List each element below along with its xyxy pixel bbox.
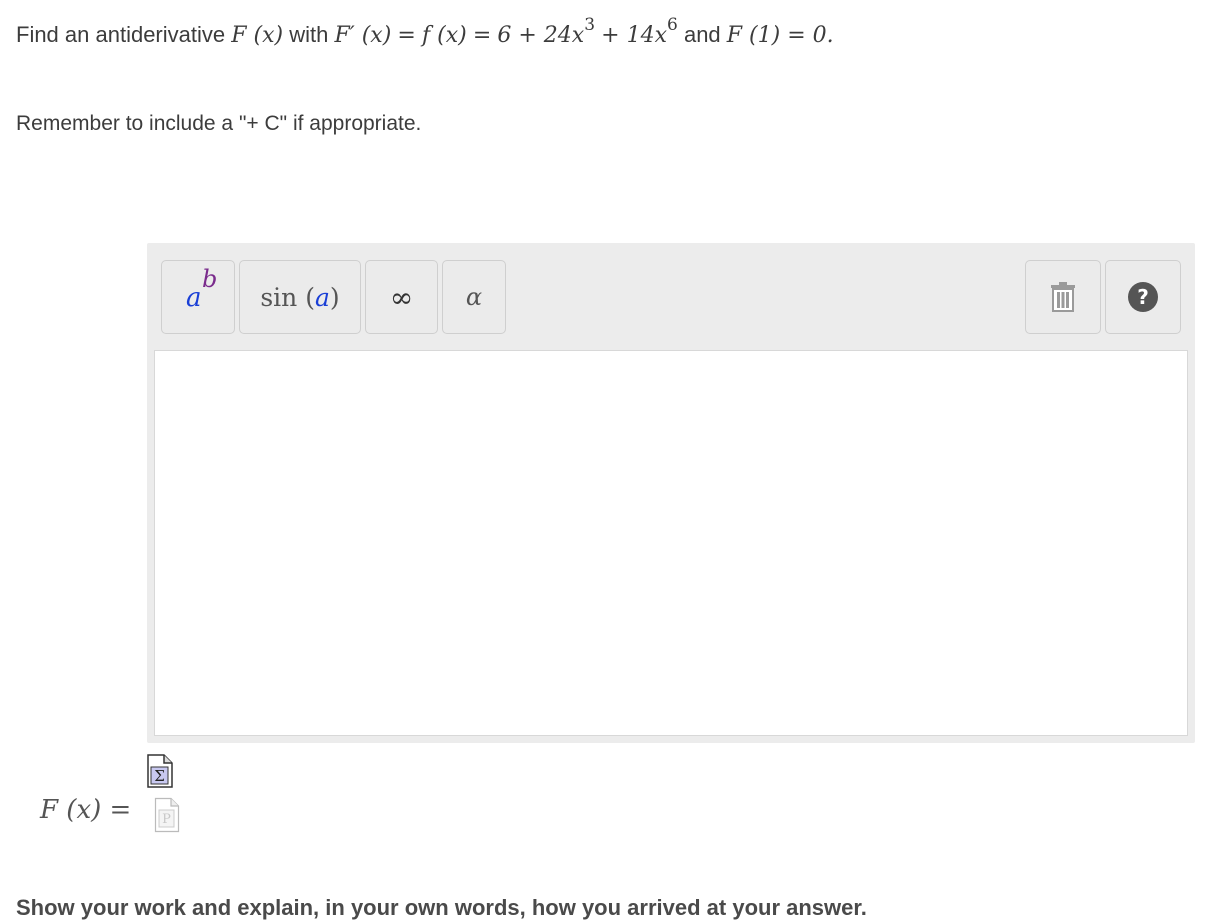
question-f-of-x: f (x) <box>421 23 467 48</box>
power-base: a <box>186 283 202 313</box>
question-exp1: 3 <box>584 15 596 35</box>
power-icon: a b <box>178 265 218 317</box>
reminder-text: Remember to include a "+ C" if appropria… <box>16 112 422 135</box>
question-eq1: = <box>397 23 416 48</box>
question-term2: + 14x <box>601 23 667 48</box>
infinity-button[interactable]: ∞ <box>365 260 438 334</box>
alpha-icon: α <box>465 283 483 311</box>
question-term1: 6 + 24x <box>497 23 585 48</box>
preview-icon[interactable]: P <box>154 797 180 838</box>
clear-button[interactable] <box>1025 260 1101 334</box>
question-with: with <box>289 22 329 47</box>
svg-text:P: P <box>162 812 171 827</box>
question-and: and <box>683 22 721 47</box>
math-editor: a b sin (a) ∞ α ? <box>147 243 1195 743</box>
help-icon: ? <box>1127 281 1159 313</box>
work-prompt: Show your work and explain, in your own … <box>16 895 867 920</box>
answer-label: F (x) = <box>40 795 132 825</box>
svg-text:?: ? <box>1137 285 1149 309</box>
power-exp: b <box>202 265 218 293</box>
function-button[interactable]: sin (a) <box>239 260 361 334</box>
infinity-icon: ∞ <box>389 280 414 314</box>
sin-close: ) <box>329 282 340 312</box>
question-text: Find an antiderivative F (x) with F′ (x)… <box>16 17 834 49</box>
sin-icon: sin (a) <box>260 283 339 312</box>
sin-open: ( <box>297 282 315 312</box>
sin-arg: a <box>314 282 330 312</box>
answer-edit-area[interactable] <box>154 350 1188 736</box>
question-prefix: Find an antiderivative <box>16 22 226 47</box>
question-derivative: F′ (x) <box>334 23 392 48</box>
question-condition: F (1) = 0. <box>726 23 834 48</box>
equation-editor-icon[interactable]: Σ <box>146 753 174 794</box>
sin-fn: sin <box>260 282 298 312</box>
question-exp2: 6 <box>667 15 678 35</box>
question-F-of-x: F (x) <box>231 23 284 48</box>
question-eq2: = <box>472 23 492 48</box>
svg-text:Σ: Σ <box>154 767 165 785</box>
power-button[interactable]: a b <box>161 260 235 334</box>
help-button[interactable]: ? <box>1105 260 1181 334</box>
greek-button[interactable]: α <box>442 260 506 334</box>
trash-icon <box>1049 281 1077 313</box>
